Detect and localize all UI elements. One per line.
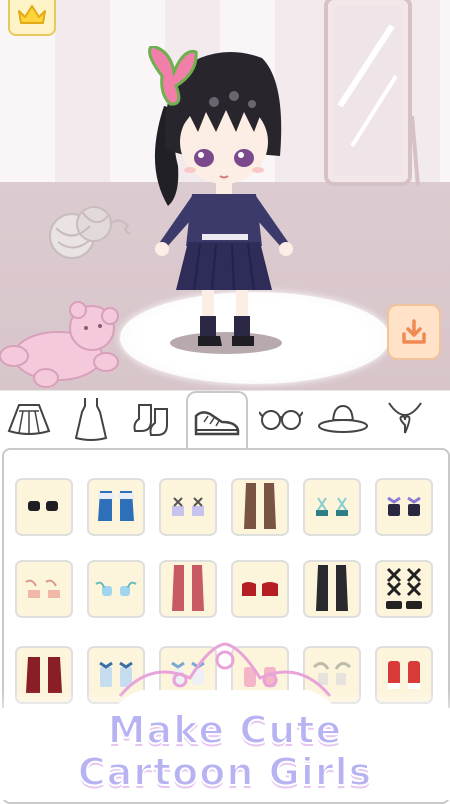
item-black-flats[interactable]: [15, 478, 73, 536]
item-black-tall-boots[interactable]: [303, 560, 361, 618]
socks-icon: [133, 404, 168, 436]
shoe-thumbnail: [25, 579, 60, 598]
shoe-thumbnail: [387, 496, 421, 516]
shoe-icon: [194, 411, 240, 436]
skirt-icon: [7, 404, 51, 435]
headline-line-2: Cartoon Girls: [77, 749, 373, 795]
item-black-lace-boots[interactable]: [375, 560, 433, 618]
necklace-icon: [388, 402, 422, 434]
character-girl: [148, 46, 293, 346]
tab-dress[interactable]: [62, 391, 120, 447]
item-blue-boots[interactable]: [87, 478, 145, 536]
shoe-thumbnail: [316, 497, 348, 516]
item-teal-strap-sandals[interactable]: [303, 478, 361, 536]
shoe-thumbnail: [28, 501, 58, 511]
shoe-thumbnail: [386, 567, 422, 609]
mirror-decoration: [324, 0, 420, 187]
category-tab-bar: [0, 390, 450, 451]
hat-icon: [318, 404, 368, 433]
tab-hat[interactable]: [314, 391, 372, 447]
yarn-decoration: [49, 206, 131, 259]
shoe-thumbnail: [98, 491, 134, 521]
item-pink-wing-sandals[interactable]: [15, 560, 73, 618]
shoe-thumbnail: [172, 565, 204, 611]
headline-line-1: Make Cute: [107, 707, 343, 753]
dressup-scene: [0, 0, 450, 390]
glasses-icon: [259, 410, 303, 430]
tab-socks[interactable]: [124, 391, 182, 447]
teddy-bear-decoration: [0, 301, 119, 388]
tab-shoes[interactable]: [186, 391, 248, 451]
crown-icon: [18, 5, 46, 24]
tab-glasses[interactable]: [252, 391, 310, 447]
item-lavender-sandals[interactable]: [159, 478, 217, 536]
shoe-thumbnail: [242, 582, 278, 596]
shoe-thumbnail: [316, 565, 348, 611]
download-icon: [402, 319, 426, 344]
item-brown-tall-boots[interactable]: [231, 478, 289, 536]
item-sky-wing-flats[interactable]: [87, 560, 145, 618]
download-button[interactable]: [387, 304, 441, 360]
shoe-thumbnail: [172, 497, 204, 516]
item-purple-bow-shoes[interactable]: [375, 478, 433, 536]
tab-skirt[interactable]: [0, 391, 58, 447]
tab-necklace[interactable]: [376, 391, 434, 447]
shoe-thumbnail: [244, 483, 276, 529]
item-red-heels[interactable]: [231, 560, 289, 618]
dress-icon: [74, 398, 108, 441]
crown-button[interactable]: [8, 0, 56, 36]
shoe-thumbnail: [95, 581, 137, 596]
item-red-tall-boots[interactable]: [159, 560, 217, 618]
